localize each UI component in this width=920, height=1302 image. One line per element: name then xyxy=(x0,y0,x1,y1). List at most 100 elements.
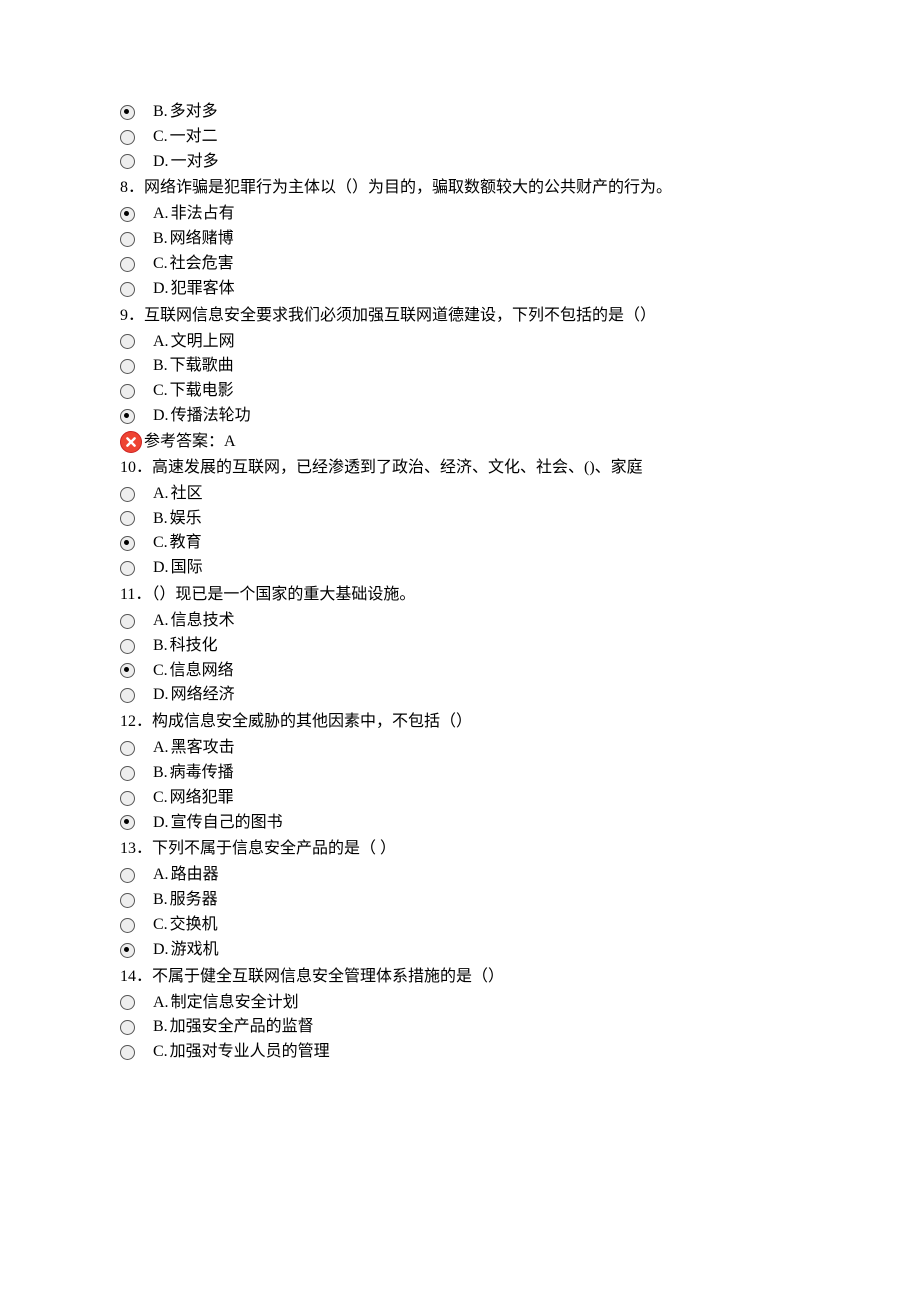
option-text: 一对二 xyxy=(170,125,218,150)
option-label: C. xyxy=(153,786,168,811)
option-row[interactable]: D. 犯罪客体 xyxy=(120,277,800,302)
radio-button[interactable] xyxy=(120,995,135,1010)
option-row[interactable]: C. 社会危害 xyxy=(120,252,800,277)
option-row[interactable]: C. 信息网络 xyxy=(120,659,800,684)
option-row[interactable]: C. 下载电影 xyxy=(120,379,800,404)
radio-button[interactable] xyxy=(120,154,135,169)
option-row[interactable]: D. 宣传自己的图书 xyxy=(120,811,800,836)
option-row[interactable]: B. 下载歌曲 xyxy=(120,354,800,379)
radio-button[interactable] xyxy=(120,791,135,806)
option-text: 多对多 xyxy=(170,100,218,125)
radio-button[interactable] xyxy=(120,663,135,678)
option-row[interactable]: D. 网络经济 xyxy=(120,683,800,708)
question-body: （）现已是一个国家的重大基础设施。 xyxy=(151,586,415,603)
radio-button[interactable] xyxy=(120,130,135,145)
option-row[interactable]: A. 社区 xyxy=(120,482,800,507)
option-label: D. xyxy=(153,556,169,581)
radio-button[interactable] xyxy=(120,282,135,297)
option-row[interactable]: C. 加强对专业人员的管理 xyxy=(120,1040,800,1065)
option-label: B. xyxy=(153,100,168,125)
option-text: 国际 xyxy=(171,556,203,581)
question-number: 13． xyxy=(120,840,152,857)
radio-button[interactable] xyxy=(120,232,135,247)
option-row[interactable]: A. 路由器 xyxy=(120,863,800,888)
question-number: 9． xyxy=(120,307,144,324)
option-row[interactable]: B. 网络赌博 xyxy=(120,227,800,252)
option-label: A. xyxy=(153,330,169,355)
option-label: A. xyxy=(153,482,169,507)
radio-button[interactable] xyxy=(120,207,135,222)
option-row[interactable]: D. 游戏机 xyxy=(120,938,800,963)
option-row[interactable]: B. 科技化 xyxy=(120,634,800,659)
option-label: C. xyxy=(153,125,168,150)
option-row[interactable]: D. 国际 xyxy=(120,556,800,581)
option-text: 社会危害 xyxy=(170,252,234,277)
radio-button[interactable] xyxy=(120,105,135,120)
question-number: 14． xyxy=(120,968,152,985)
radio-button[interactable] xyxy=(120,893,135,908)
option-text: 游戏机 xyxy=(171,938,219,963)
option-text: 服务器 xyxy=(170,888,218,913)
radio-button[interactable] xyxy=(120,257,135,272)
radio-button[interactable] xyxy=(120,614,135,629)
question-body: 不属于健全互联网信息安全管理体系措施的是（） xyxy=(152,968,504,985)
option-row[interactable]: A. 信息技术 xyxy=(120,609,800,634)
option-text: 下载歌曲 xyxy=(170,354,234,379)
option-row[interactable]: B. 加强安全产品的监督 xyxy=(120,1015,800,1040)
option-row[interactable]: C. 交换机 xyxy=(120,913,800,938)
option-row[interactable]: C. 教育 xyxy=(120,531,800,556)
option-row[interactable]: B. 多对多 xyxy=(120,100,800,125)
option-text: 犯罪客体 xyxy=(171,277,235,302)
question-body: 下列不属于信息安全产品的是（ ） xyxy=(152,840,396,857)
radio-button[interactable] xyxy=(120,688,135,703)
option-text: 文明上网 xyxy=(171,330,235,355)
radio-button[interactable] xyxy=(120,511,135,526)
option-row[interactable]: B. 病毒传播 xyxy=(120,761,800,786)
option-text: 社区 xyxy=(171,482,203,507)
radio-button[interactable] xyxy=(120,868,135,883)
radio-button[interactable] xyxy=(120,359,135,374)
option-label: C. xyxy=(153,252,168,277)
radio-button[interactable] xyxy=(120,561,135,576)
option-row[interactable]: D. 一对多 xyxy=(120,150,800,175)
radio-button[interactable] xyxy=(120,766,135,781)
radio-button[interactable] xyxy=(120,409,135,424)
option-row[interactable]: A. 黑客攻击 xyxy=(120,736,800,761)
option-text: 科技化 xyxy=(170,634,218,659)
quiz-container: B. 多对多C. 一对二D. 一对多8．网络诈骗是犯罪行为主体以（）为目的，骗取… xyxy=(120,100,800,1065)
radio-button[interactable] xyxy=(120,1020,135,1035)
wrong-icon xyxy=(120,431,142,453)
reference-answer: 参考答案：A xyxy=(120,430,800,454)
radio-button[interactable] xyxy=(120,815,135,830)
radio-button[interactable] xyxy=(120,1045,135,1060)
radio-button[interactable] xyxy=(120,384,135,399)
option-row[interactable]: A. 非法占有 xyxy=(120,202,800,227)
option-label: C. xyxy=(153,1040,168,1065)
option-label: B. xyxy=(153,888,168,913)
radio-button[interactable] xyxy=(120,334,135,349)
radio-button[interactable] xyxy=(120,487,135,502)
option-label: B. xyxy=(153,227,168,252)
option-row[interactable]: B. 娱乐 xyxy=(120,507,800,532)
option-text: 娱乐 xyxy=(170,507,202,532)
option-row[interactable]: C. 一对二 xyxy=(120,125,800,150)
question-body: 构成信息安全威胁的其他因素中，不包括（） xyxy=(152,713,472,730)
radio-button[interactable] xyxy=(120,741,135,756)
option-label: D. xyxy=(153,683,169,708)
option-label: B. xyxy=(153,634,168,659)
option-row[interactable]: C. 网络犯罪 xyxy=(120,786,800,811)
radio-button[interactable] xyxy=(120,639,135,654)
option-label: B. xyxy=(153,507,168,532)
option-label: A. xyxy=(153,991,169,1016)
option-row[interactable]: B. 服务器 xyxy=(120,888,800,913)
option-row[interactable]: A. 文明上网 xyxy=(120,330,800,355)
radio-button[interactable] xyxy=(120,943,135,958)
option-row[interactable]: D. 传播法轮功 xyxy=(120,404,800,429)
option-label: A. xyxy=(153,863,169,888)
option-text: 交换机 xyxy=(170,913,218,938)
radio-button[interactable] xyxy=(120,918,135,933)
radio-button[interactable] xyxy=(120,536,135,551)
option-text: 宣传自己的图书 xyxy=(171,811,283,836)
option-label: A. xyxy=(153,609,169,634)
option-row[interactable]: A. 制定信息安全计划 xyxy=(120,991,800,1016)
